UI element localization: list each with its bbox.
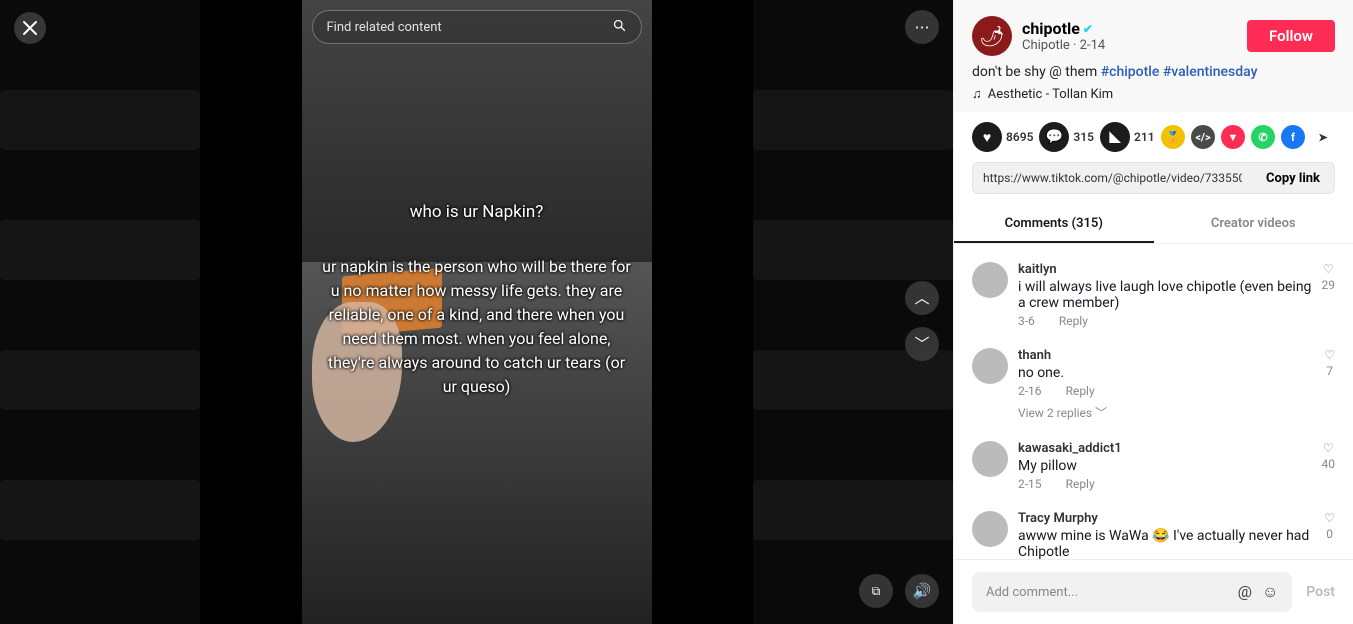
search-icon — [612, 18, 627, 37]
comment-stat[interactable]: 💬315 — [1039, 122, 1094, 152]
chevron-down-icon: ﹀ — [1095, 406, 1107, 420]
comment-username[interactable]: kawasaki_addict1 — [1018, 441, 1312, 456]
like-comment-button[interactable]: ♡7 — [1324, 348, 1335, 421]
view-replies-button[interactable]: View 2 replies ﹀ — [1018, 404, 1314, 421]
volume-icon: 🔊 — [913, 582, 932, 600]
hashtag[interactable]: #chipotle — [1101, 64, 1160, 80]
heart-icon: ♡ — [1323, 262, 1334, 276]
video-player-area: Find related content ⋯ ︿ ﹀ ⧉ 🔊 who is ur… — [0, 0, 953, 624]
bookmark-icon: ◣ — [1100, 122, 1130, 152]
avatar[interactable] — [972, 262, 1008, 298]
like-comment-button[interactable]: ♡0 — [1324, 511, 1335, 559]
reply-button[interactable]: Reply — [1066, 384, 1095, 398]
share-icon[interactable]: </> — [1191, 125, 1215, 149]
video-caption: who is ur Napkin? ur napkin is the perso… — [302, 200, 652, 400]
search-placeholder: Find related content — [327, 20, 442, 35]
emoji-icon[interactable]: ☺ — [1262, 582, 1278, 602]
volume-button[interactable]: 🔊 — [905, 574, 939, 608]
share-icons-row: 🏅</>▼✆f➤ — [1161, 125, 1335, 149]
comment-username[interactable]: kaitlyn — [1018, 262, 1312, 277]
pip-button[interactable]: ⧉ — [859, 574, 893, 608]
reply-button[interactable]: Reply — [1059, 314, 1088, 328]
pip-icon: ⧉ — [872, 584, 881, 599]
share-icon[interactable]: 🏅 — [1161, 125, 1185, 149]
follow-button[interactable]: Follow — [1247, 20, 1335, 52]
comment-date: 2-15 — [1018, 477, 1042, 491]
comment-date: 3-6 — [1018, 314, 1035, 328]
tab-creator-videos[interactable]: Creator videos — [1154, 206, 1353, 243]
share-icon[interactable]: ▼ — [1221, 125, 1245, 149]
comment-input[interactable]: Add comment... @ ☺ — [972, 572, 1292, 612]
tab-comments[interactable]: Comments (315) — [954, 206, 1154, 243]
heart-icon: ♡ — [1323, 441, 1334, 455]
music-icon: ♫ — [972, 86, 982, 102]
comment-text: awww mine is WaWa 😂 I've actually never … — [1018, 528, 1314, 559]
video-description: don't be shy @ them #chipotle #valentine… — [972, 56, 1335, 86]
chevron-down-icon: ﹀ — [914, 333, 929, 354]
heart-icon: ♡ — [1324, 348, 1335, 362]
comment-username[interactable]: Tracy Murphy — [1018, 511, 1314, 526]
comment-text: My pillow — [1018, 458, 1312, 474]
comment-icon: 💬 — [1039, 122, 1069, 152]
video-frame[interactable]: who is ur Napkin? ur napkin is the perso… — [302, 0, 652, 624]
bookmark-stat[interactable]: ◣211 — [1100, 122, 1155, 152]
heart-icon: ♥ — [972, 122, 1002, 152]
share-icon[interactable]: ✆ — [1251, 125, 1275, 149]
more-button[interactable]: ⋯ — [905, 10, 939, 44]
reply-button[interactable]: Reply — [1066, 477, 1095, 491]
avatar[interactable] — [972, 511, 1008, 547]
hashtag[interactable]: #valentinesday — [1163, 64, 1258, 80]
next-video-button[interactable]: ﹀ — [905, 327, 939, 361]
avatar[interactable] — [972, 441, 1008, 477]
share-icon[interactable]: f — [1281, 125, 1305, 149]
comment-text: no one. — [1018, 365, 1314, 381]
comment-date: 2-16 — [1018, 384, 1042, 398]
search-input[interactable]: Find related content — [312, 10, 642, 44]
account-name: Chipotle — [1022, 38, 1070, 53]
comments-list: kaitlyn i will always live laugh love ch… — [954, 244, 1353, 559]
comment-item: kawasaki_addict1 My pillow 2-15 Reply ♡40 — [972, 431, 1335, 501]
video-url-input[interactable] — [973, 163, 1252, 193]
close-icon — [22, 20, 38, 36]
account-handle[interactable]: chipotle — [1022, 19, 1080, 38]
share-icon[interactable]: ➤ — [1311, 125, 1335, 149]
comment-text: i will always live laugh love chipotle (… — [1018, 279, 1312, 311]
chevron-up-icon: ︿ — [914, 287, 929, 308]
copy-link-button[interactable]: Copy link — [1252, 163, 1334, 193]
close-button[interactable] — [14, 12, 46, 44]
like-comment-button[interactable]: ♡40 — [1322, 441, 1336, 491]
mention-icon[interactable]: @ — [1238, 582, 1252, 602]
ellipsis-icon: ⋯ — [915, 18, 930, 36]
comment-item: thanh no one. 2-16 Reply View 2 replies ﹀… — [972, 338, 1335, 431]
verified-icon: ✔ — [1083, 22, 1093, 36]
avatar[interactable] — [972, 348, 1008, 384]
heart-icon: ♡ — [1324, 511, 1335, 525]
music-link[interactable]: ♫ Aesthetic - Tollan Kim — [972, 86, 1335, 102]
post-button[interactable]: Post — [1306, 584, 1335, 600]
avatar[interactable]: 🌶 — [972, 16, 1012, 56]
prev-video-button[interactable]: ︿ — [905, 281, 939, 315]
comment-item: kaitlyn i will always live laugh love ch… — [972, 252, 1335, 338]
post-date: 2-14 — [1080, 38, 1106, 53]
like-stat[interactable]: ♥8695 — [972, 122, 1033, 152]
like-comment-button[interactable]: ♡29 — [1322, 262, 1336, 328]
side-panel: 🌶 chipotle ✔ Chipotle · 2-14 Follow don'… — [953, 0, 1353, 624]
comment-item: Tracy Murphy awww mine is WaWa 😂 I've ac… — [972, 501, 1335, 559]
comment-username[interactable]: thanh — [1018, 348, 1314, 363]
